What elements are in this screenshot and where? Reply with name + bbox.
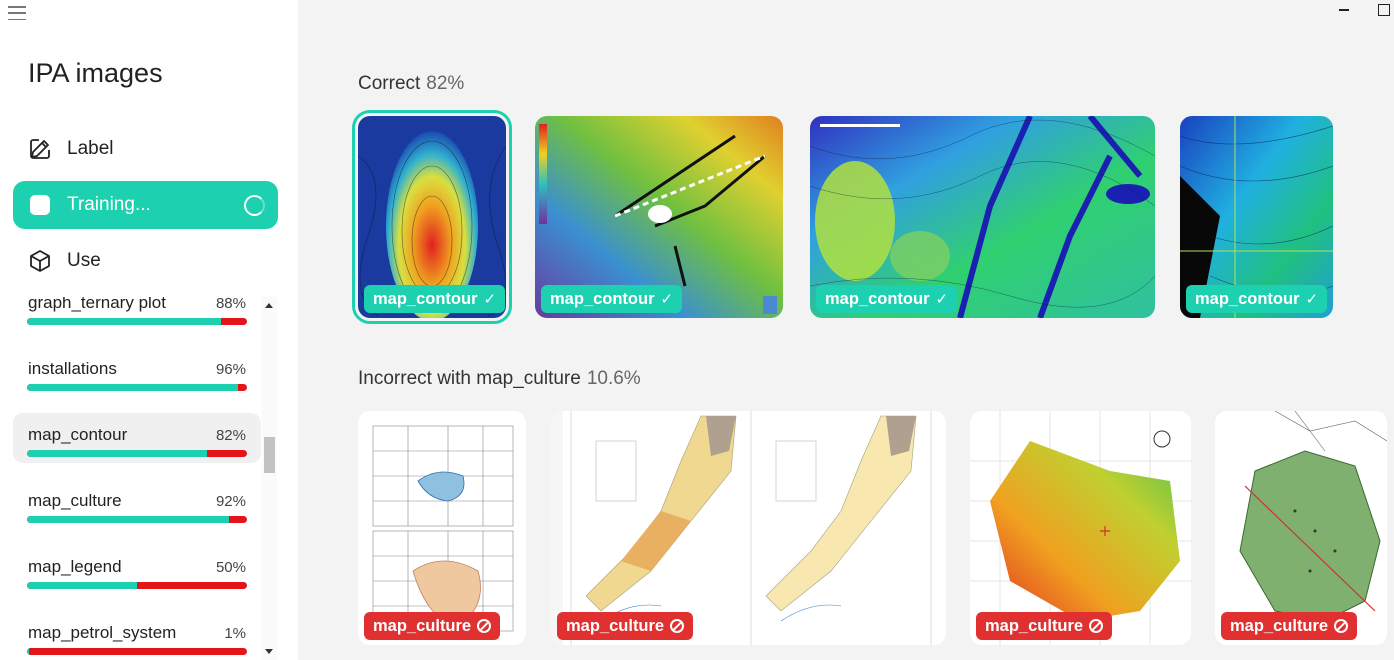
class-name: map_culture	[28, 491, 122, 510]
scroll-thumb[interactable]	[264, 437, 275, 473]
class-accuracy: 92%	[215, 493, 246, 510]
nav-training-text: Training...	[67, 194, 151, 215]
class-item-graph-ternary-plot[interactable]: graph_ternary plot 88%	[13, 297, 261, 331]
minimize-icon[interactable]	[1339, 9, 1349, 11]
training-square-icon	[27, 192, 53, 218]
accuracy-bar-fill	[27, 450, 208, 457]
cube-icon	[27, 248, 53, 274]
maximize-icon[interactable]	[1378, 4, 1390, 16]
scroll-down-arrow-icon[interactable]	[265, 649, 273, 654]
correct-image-2[interactable]: map_contour ✓	[535, 116, 783, 318]
tag-label: map_culture	[985, 616, 1084, 635]
loading-spinner-icon	[244, 195, 265, 216]
app-title: IPA images	[28, 58, 163, 88]
accuracy-bar-fill	[27, 582, 137, 589]
class-name: installations	[28, 359, 117, 378]
culture-map-thumbnail	[358, 411, 526, 645]
predicted-label-tag: map_culture	[557, 612, 694, 640]
predicted-label-tag: map_contour ✓	[541, 285, 683, 313]
nav-training[interactable]: Training...	[13, 181, 278, 229]
class-item-map-culture[interactable]: map_culture 92%	[13, 479, 261, 529]
pencil-icon	[27, 136, 53, 162]
correct-title-text: Correct	[358, 73, 421, 94]
class-list: graph_ternary plot 88% installations 96%…	[0, 297, 280, 660]
accuracy-bar-fill	[27, 318, 221, 325]
class-accuracy: 50%	[215, 559, 246, 576]
accuracy-bar	[27, 648, 247, 655]
class-name: graph_ternary plot	[28, 297, 166, 312]
nav-use[interactable]: Use	[13, 237, 278, 285]
nav-use-text: Use	[67, 250, 101, 271]
class-accuracy: 88%	[215, 297, 246, 312]
accuracy-bar	[27, 516, 247, 523]
correct-section-title: Correct 82%	[358, 73, 464, 95]
ban-icon	[1334, 619, 1349, 633]
incorrect-image-1[interactable]: map_culture	[358, 411, 526, 645]
class-item-map-legend[interactable]: map_legend 50%	[13, 545, 261, 595]
class-name: map_contour	[28, 425, 128, 444]
accuracy-bar-fill	[27, 648, 30, 655]
incorrect-title-text: Incorrect with map_culture	[358, 368, 581, 389]
class-accuracy: 96%	[215, 361, 246, 378]
correct-image-1[interactable]: map_contour ✓	[352, 110, 512, 324]
accuracy-bar	[27, 450, 247, 457]
incorrect-image-3[interactable]: map_culture	[970, 411, 1191, 645]
tag-label: map_culture	[373, 616, 472, 635]
accuracy-bar	[27, 318, 247, 325]
culture-map-thumbnail	[551, 411, 946, 645]
predicted-label-tag: map_culture	[976, 612, 1113, 640]
culture-map-thumbnail	[1215, 411, 1387, 645]
menu-icon[interactable]	[8, 6, 26, 20]
tag-label: map_contour	[373, 289, 478, 308]
predicted-label-tag: map_contour ✓	[1186, 285, 1328, 313]
tag-label: map_contour	[825, 289, 930, 308]
check-icon: ✓	[1305, 291, 1319, 308]
check-icon: ✓	[660, 291, 674, 308]
class-item-map-petrol-system[interactable]: map_petrol_system 1%	[13, 611, 261, 660]
check-icon: ✓	[935, 291, 949, 308]
accuracy-bar	[27, 384, 247, 391]
incorrect-pct: 10.6%	[586, 368, 641, 389]
tag-label: map_culture	[1230, 616, 1329, 635]
ban-icon	[1089, 619, 1104, 633]
incorrect-image-2[interactable]: map_culture	[551, 411, 946, 645]
nav-label[interactable]: Label	[13, 125, 278, 173]
incorrect-image-4[interactable]: map_culture	[1215, 411, 1387, 645]
class-accuracy: 82%	[215, 427, 246, 444]
ban-icon	[670, 619, 685, 633]
check-icon: ✓	[483, 291, 497, 308]
incorrect-section-title: Incorrect with map_culture 10.6%	[358, 368, 641, 390]
correct-image-3[interactable]: map_contour ✓	[810, 116, 1155, 318]
nav-label-text: Label	[67, 138, 114, 159]
predicted-label-tag: map_contour ✓	[364, 285, 506, 313]
class-name: map_legend	[28, 557, 122, 576]
predicted-label-tag: map_culture	[1221, 612, 1358, 640]
tag-label: map_contour	[550, 289, 655, 308]
predicted-label-tag: map_contour ✓	[816, 285, 958, 313]
culture-map-thumbnail	[970, 411, 1191, 645]
predicted-label-tag: map_culture	[364, 612, 501, 640]
accuracy-bar-fill	[27, 384, 239, 391]
class-item-installations[interactable]: installations 96%	[13, 347, 261, 397]
tag-label: map_culture	[566, 616, 665, 635]
class-item-map-contour[interactable]: map_contour 82%	[13, 413, 261, 463]
class-list-scrollbar[interactable]	[262, 297, 277, 660]
class-accuracy: 1%	[224, 625, 246, 642]
ban-icon	[477, 619, 492, 633]
tag-label: map_contour	[1195, 289, 1300, 308]
accuracy-bar-fill	[27, 516, 230, 523]
class-name: map_petrol_system	[28, 623, 177, 642]
correct-pct: 82%	[426, 73, 465, 94]
correct-image-4[interactable]: map_contour ✓	[1180, 116, 1333, 318]
scroll-up-arrow-icon[interactable]	[265, 303, 273, 308]
accuracy-bar	[27, 582, 247, 589]
